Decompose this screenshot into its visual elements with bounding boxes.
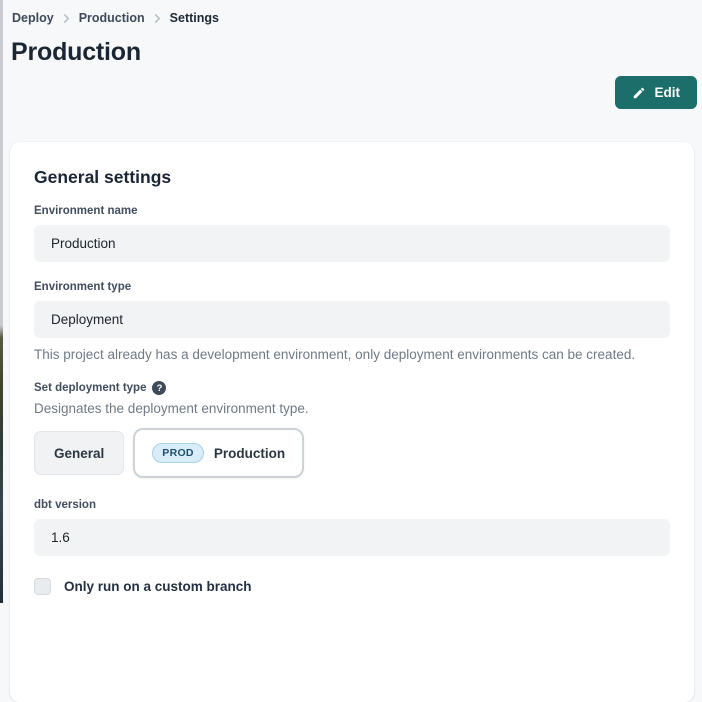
environment-type-label: Environment type <box>34 281 670 293</box>
deployment-type-label-text: Set deployment type <box>34 382 146 394</box>
environment-type-helper: This project already has a development e… <box>34 347 670 362</box>
screen-edge-artifact <box>0 0 3 603</box>
chevron-right-icon <box>153 14 162 23</box>
deployment-type-options: General PROD Production <box>34 428 670 478</box>
chevron-right-icon <box>62 14 71 23</box>
breadcrumb: Deploy Production Settings <box>0 0 702 25</box>
deployment-type-general-button[interactable]: General <box>34 431 124 475</box>
custom-branch-label: Only run on a custom branch <box>64 579 252 594</box>
pencil-icon <box>632 86 646 100</box>
general-option-label: General <box>54 446 104 461</box>
custom-branch-row: Only run on a custom branch <box>34 578 670 595</box>
environment-name-label: Environment name <box>34 205 670 217</box>
deployment-type-production-button[interactable]: PROD Production <box>133 428 304 478</box>
environment-type-input[interactable] <box>34 301 670 338</box>
deployment-type-description: Designates the deployment environment ty… <box>34 401 670 416</box>
dbt-version-input[interactable] <box>34 519 670 556</box>
dbt-version-field: dbt version <box>34 499 670 556</box>
breadcrumb-production[interactable]: Production <box>79 11 145 25</box>
prod-badge: PROD <box>152 443 204 463</box>
edit-button[interactable]: Edit <box>615 76 698 109</box>
environment-name-input[interactable] <box>34 225 670 262</box>
edit-button-label: Edit <box>655 85 681 100</box>
general-settings-card: General settings Environment name Enviro… <box>10 142 694 702</box>
page-title: Production <box>11 37 702 68</box>
deployment-type-label: Set deployment type ? <box>34 381 670 395</box>
breadcrumb-settings: Settings <box>170 11 219 25</box>
toolbar: Edit <box>0 68 702 109</box>
dbt-version-label: dbt version <box>34 499 670 511</box>
breadcrumb-deploy[interactable]: Deploy <box>12 11 54 25</box>
help-icon[interactable]: ? <box>152 381 166 395</box>
environment-name-field: Environment name <box>34 205 670 262</box>
custom-branch-checkbox[interactable] <box>34 578 51 595</box>
environment-type-field: Environment type This project already ha… <box>34 281 670 362</box>
production-option-label: Production <box>214 446 285 461</box>
card-heading: General settings <box>34 167 670 188</box>
deployment-type-field: Set deployment type ? Designates the dep… <box>34 381 670 478</box>
